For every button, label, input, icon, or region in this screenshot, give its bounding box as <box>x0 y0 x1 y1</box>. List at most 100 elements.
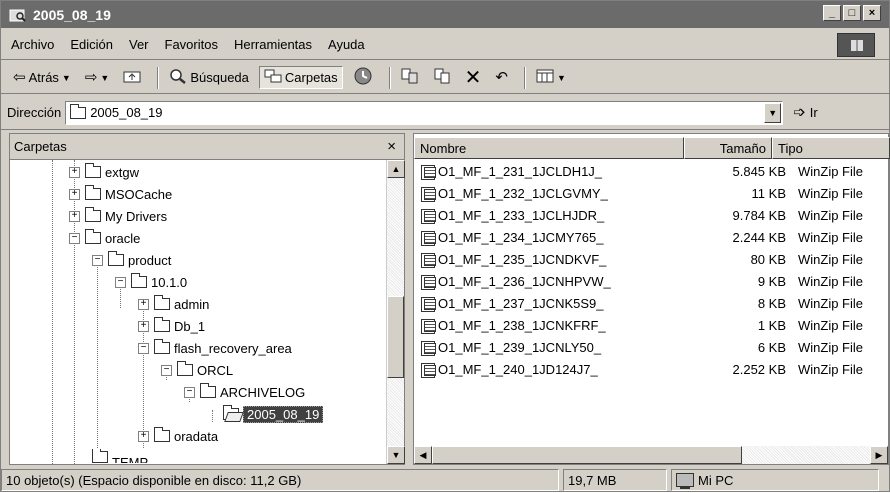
file-list-pane: Nombre Tamaño Tipo O1_MF_1_231_1JCLDH1J_… <box>413 133 890 465</box>
address-bar: Dirección 2005_08_19 ▼ ➩ Ir <box>1 96 889 130</box>
forward-arrow-icon: ⇨ <box>84 69 98 86</box>
tree-item-label: ORCL <box>197 362 234 378</box>
tree-item-2005-08-19[interactable]: 2005_08_19 <box>223 403 324 425</box>
menu-ver[interactable]: Ver <box>121 37 157 52</box>
folders-button[interactable]: Carpetas <box>258 66 343 89</box>
file-row[interactable]: O1_MF_1_239_1JCNLY50_ 6 KB WinZip File <box>414 337 890 358</box>
collapse-icon[interactable]: − <box>184 386 195 398</box>
tree-item-db-1[interactable]: + Db_1 <box>138 315 205 337</box>
chevron-down-icon[interactable]: ▼ <box>100 73 109 83</box>
folder-icon <box>200 383 216 398</box>
expand-icon[interactable]: + <box>138 298 149 310</box>
history-button[interactable] <box>349 65 377 90</box>
expand-icon[interactable]: + <box>138 430 149 442</box>
collapse-icon[interactable]: − <box>92 254 103 266</box>
move-to-button[interactable] <box>397 66 423 89</box>
file-row[interactable]: O1_MF_1_232_1JCLGVMY_ 11 KB WinZip File <box>414 183 890 204</box>
collapse-icon[interactable]: − <box>161 364 172 376</box>
scroll-left-button[interactable]: ◀ <box>414 446 432 464</box>
explorer-window: 2005_08_19 _ □ × Archivo Edición Ver Fav… <box>0 0 890 492</box>
expand-icon[interactable]: + <box>69 188 80 200</box>
collapse-icon[interactable]: − <box>115 276 126 288</box>
column-header-type[interactable]: Tipo <box>772 137 890 159</box>
tree-item-label: 2005_08_19 <box>243 405 324 423</box>
file-name: O1_MF_1_233_1JCLHJDR_ <box>438 208 605 223</box>
back-button[interactable]: ⇦ Atrás ▼ <box>9 68 75 87</box>
views-button[interactable]: ▼ <box>532 67 570 88</box>
folder-icon <box>177 361 193 376</box>
delete-button[interactable]: ✕ <box>461 66 486 90</box>
expand-icon[interactable]: + <box>69 166 80 178</box>
menu-favoritos[interactable]: Favoritos <box>157 37 226 52</box>
copy-to-button[interactable] <box>429 66 455 89</box>
minimize-button[interactable]: _ <box>823 5 841 21</box>
up-folder-button[interactable] <box>119 67 145 88</box>
expand-icon[interactable]: + <box>138 320 149 332</box>
scroll-thumb[interactable] <box>432 446 742 464</box>
tree-item-extgw[interactable]: + extgw <box>69 161 139 183</box>
close-pane-icon[interactable]: × <box>387 138 396 155</box>
tree-item-my-drivers[interactable]: + My Drivers <box>69 205 167 227</box>
menu-herramientas[interactable]: Herramientas <box>226 37 320 52</box>
address-label: Dirección <box>7 105 62 120</box>
tree-item-oracle[interactable]: − oracle <box>69 227 140 249</box>
forward-button[interactable]: ⇨ ▼ <box>81 68 114 87</box>
file-type: WinZip File <box>798 340 864 355</box>
scroll-thumb[interactable] <box>387 296 404 378</box>
tree-item-flash-recovery-area[interactable]: − flash_recovery_area <box>138 337 292 359</box>
winzip-file-icon <box>420 318 436 334</box>
file-row[interactable]: O1_MF_1_240_1JD124J7_ 2.252 KB WinZip Fi… <box>414 359 890 380</box>
tree-item-orcl[interactable]: − ORCL <box>161 359 233 381</box>
search-button[interactable]: Búsqueda <box>165 66 253 89</box>
chevron-down-icon[interactable]: ▼ <box>62 73 71 83</box>
title-bar[interactable]: 2005_08_19 _ □ × <box>1 1 889 28</box>
file-name: O1_MF_1_235_1JCNDKVF_ <box>438 252 607 267</box>
address-input[interactable]: 2005_08_19 ▼ <box>65 100 784 125</box>
undo-button[interactable]: ↶ <box>491 68 512 87</box>
file-name: O1_MF_1_240_1JD124J7_ <box>438 362 598 377</box>
collapse-icon[interactable]: − <box>138 342 149 354</box>
file-row[interactable]: O1_MF_1_237_1JCNK5S9_ 8 KB WinZip File <box>414 293 890 314</box>
address-dropdown-button[interactable]: ▼ <box>764 102 782 123</box>
file-type: WinZip File <box>798 208 864 223</box>
folders-icon <box>264 69 282 86</box>
chevron-down-icon[interactable]: ▼ <box>557 73 566 83</box>
views-icon <box>536 69 554 86</box>
status-location: Mi PC <box>671 469 879 491</box>
tree-item-temp[interactable]: TEMP <box>92 449 148 463</box>
file-type: WinZip File <box>798 274 864 289</box>
scroll-down-button[interactable]: ▼ <box>387 446 405 464</box>
close-button[interactable]: × <box>863 5 881 21</box>
file-row[interactable]: O1_MF_1_231_1JCLDH1J_ 5.845 KB WinZip Fi… <box>414 161 890 182</box>
go-arrow-icon: ➩ <box>793 104 806 121</box>
tree-item-archivelog[interactable]: − ARCHIVELOG <box>184 381 305 403</box>
expand-icon[interactable]: + <box>69 210 80 222</box>
go-button[interactable]: ➩ Ir <box>793 105 818 120</box>
collapse-icon[interactable]: − <box>69 232 80 244</box>
tree-item-msocache[interactable]: + MSOCache <box>69 183 172 205</box>
status-objects: 10 objeto(s) (Espacio disponible en disc… <box>1 469 559 491</box>
files-horizontal-scrollbar[interactable]: ◀ ▶ <box>414 446 888 464</box>
scroll-up-button[interactable]: ▲ <box>387 160 405 178</box>
copy-to-icon <box>433 68 451 87</box>
file-row[interactable]: O1_MF_1_238_1JCNKFRF_ 1 KB WinZip File <box>414 315 890 336</box>
tree-item-oradata[interactable]: + oradata <box>138 425 218 447</box>
file-row[interactable]: O1_MF_1_233_1JCLHJDR_ 9.784 KB WinZip Fi… <box>414 205 890 226</box>
winzip-file-icon <box>420 164 436 180</box>
file-row[interactable]: O1_MF_1_234_1JCMY765_ 2.244 KB WinZip Fi… <box>414 227 890 248</box>
menu-ayuda[interactable]: Ayuda <box>320 37 373 52</box>
tree-item-product[interactable]: − product <box>92 249 171 271</box>
tree-item-admin[interactable]: + admin <box>138 293 209 315</box>
column-header-name[interactable]: Nombre <box>414 137 684 159</box>
menu-edicion[interactable]: Edición <box>62 37 121 52</box>
file-row[interactable]: O1_MF_1_236_1JCNHPVW_ 9 KB WinZip File <box>414 271 890 292</box>
file-row[interactable]: O1_MF_1_235_1JCNDKVF_ 80 KB WinZip File <box>414 249 890 270</box>
column-header-size[interactable]: Tamaño <box>684 137 772 159</box>
tree-item-10-1-0[interactable]: − 10.1.0 <box>115 271 187 293</box>
scroll-right-button[interactable]: ▶ <box>870 446 888 464</box>
column-headers: Nombre Tamaño Tipo <box>414 137 890 159</box>
maximize-button[interactable]: □ <box>843 5 861 21</box>
folder-icon <box>108 251 124 266</box>
folders-scrollbar[interactable]: ▲ ▼ <box>386 160 405 464</box>
menu-archivo[interactable]: Archivo <box>1 37 62 52</box>
